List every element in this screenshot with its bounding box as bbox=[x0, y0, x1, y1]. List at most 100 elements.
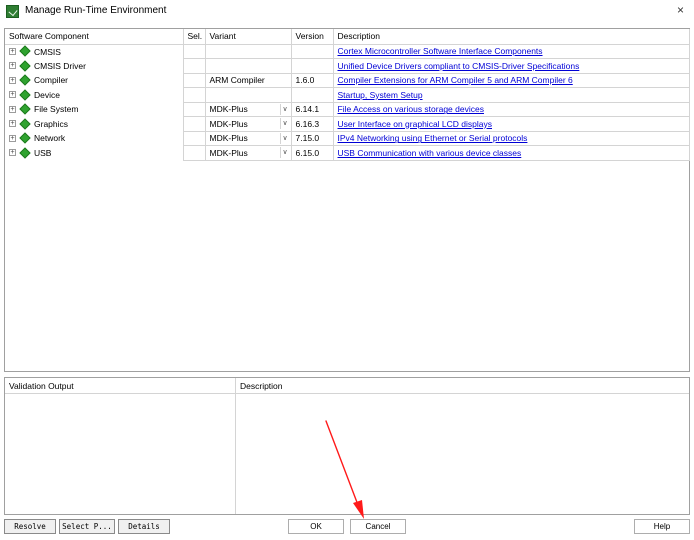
expand-icon[interactable]: + bbox=[9, 149, 16, 156]
sel-cell[interactable] bbox=[183, 73, 206, 88]
description-link[interactable]: USB Communication with various device cl… bbox=[338, 148, 522, 158]
expand-icon[interactable]: + bbox=[9, 47, 16, 55]
variant-cell bbox=[205, 87, 292, 103]
sel-cell[interactable] bbox=[183, 145, 206, 161]
description-link[interactable]: Compiler Extensions for ARM Compiler 5 a… bbox=[338, 75, 573, 85]
component-cell[interactable]: + Device bbox=[5, 87, 184, 102]
version-cell bbox=[291, 87, 334, 103]
description-link[interactable]: File Access on various storage devices bbox=[338, 104, 484, 114]
component-cell[interactable]: + CMSIS bbox=[5, 44, 184, 59]
close-button[interactable]: × bbox=[677, 3, 684, 17]
variant-cell[interactable]: MDK-Plus ∨ bbox=[205, 116, 292, 132]
window-title: Manage Run-Time Environment bbox=[25, 5, 167, 16]
component-cell[interactable]: + Compiler bbox=[5, 73, 184, 88]
component-name: Device bbox=[34, 89, 60, 100]
description-link[interactable]: Startup, System Setup bbox=[338, 90, 423, 100]
software-component-panel: Software Component Sel. Variant Version … bbox=[4, 28, 690, 372]
component-diamond-icon bbox=[19, 103, 31, 115]
version-cell: 7.15.0 bbox=[291, 131, 334, 146]
version-cell: 6.16.3 bbox=[291, 116, 334, 132]
header-software-component: Software Component bbox=[5, 29, 184, 45]
expand-icon[interactable]: + bbox=[9, 91, 16, 98]
expand-icon[interactable]: + bbox=[9, 76, 16, 84]
component-name: File System bbox=[34, 104, 79, 115]
sel-cell[interactable] bbox=[183, 58, 206, 74]
validation-header: Validation Output Description bbox=[5, 378, 689, 394]
variant-cell: ARM Compiler bbox=[205, 73, 292, 88]
table-row[interactable]: + File System MDK-Plus ∨ 6.14.1 File Access o… bbox=[5, 102, 690, 117]
component-cell[interactable]: + CMSIS Driver bbox=[5, 58, 184, 73]
variant-value: MDK-Plus bbox=[209, 147, 248, 158]
component-name: Graphics bbox=[34, 118, 69, 129]
table-header-row: Software Component Sel. Variant Version … bbox=[5, 29, 690, 45]
description-link[interactable]: Unified Device Drivers compliant to CMSI… bbox=[338, 61, 580, 71]
description-cell: USB Communication with various device cl… bbox=[333, 145, 690, 161]
header-version: Version bbox=[291, 29, 334, 45]
cancel-button[interactable]: Cancel bbox=[350, 519, 406, 534]
component-cell[interactable]: + File System bbox=[5, 102, 184, 117]
table-row[interactable]: + USB MDK-Plus ∨ 6.15.0 USB Communication wit… bbox=[5, 145, 690, 161]
component-name: CMSIS bbox=[34, 46, 61, 57]
component-name: Network bbox=[34, 133, 66, 144]
variant-cell bbox=[205, 58, 292, 74]
description-cell: Compiler Extensions for ARM Compiler 5 a… bbox=[333, 73, 690, 88]
sel-cell[interactable] bbox=[183, 87, 206, 103]
component-diamond-icon bbox=[19, 146, 31, 159]
resolve-button[interactable]: Resolve bbox=[4, 519, 56, 534]
table-row[interactable]: + CMSIS Cortex Microcontroller Software In… bbox=[5, 44, 690, 59]
component-cell[interactable]: + Graphics bbox=[5, 116, 184, 131]
table-row[interactable]: + Graphics MDK-Plus ∨ 6.16.3 User Interface o… bbox=[5, 116, 690, 132]
chevron-down-icon[interactable]: ∨ bbox=[279, 118, 290, 129]
variant-value: MDK-Plus bbox=[209, 104, 248, 115]
validation-divider bbox=[235, 378, 236, 514]
description-link[interactable]: IPv4 Networking using Ethernet or Serial… bbox=[338, 133, 528, 143]
expand-icon[interactable]: + bbox=[9, 120, 16, 127]
table-row[interactable]: + Compiler ARM Compiler 1.6.0 Compiler Exten… bbox=[5, 73, 690, 88]
sel-cell[interactable] bbox=[183, 131, 206, 146]
component-name: Compiler bbox=[34, 75, 69, 86]
variant-value: ARM Compiler bbox=[209, 75, 265, 86]
component-diamond-icon bbox=[19, 59, 31, 72]
sel-cell[interactable] bbox=[183, 102, 206, 117]
description-cell: Cortex Microcontroller Software Interfac… bbox=[333, 44, 690, 59]
description-cell: Startup, System Setup bbox=[333, 87, 690, 103]
chevron-down-icon[interactable]: ∨ bbox=[279, 132, 290, 144]
component-diamond-icon bbox=[19, 88, 31, 101]
expand-icon[interactable]: + bbox=[9, 134, 16, 142]
component-table: Software Component Sel. Variant Version … bbox=[5, 29, 690, 161]
version-cell bbox=[291, 58, 334, 74]
table-row[interactable]: + Device Startup, System Setup bbox=[5, 87, 690, 103]
component-name: CMSIS Driver bbox=[34, 60, 86, 71]
description-link[interactable]: User Interface on graphical LCD displays bbox=[338, 119, 493, 129]
description-cell: File Access on various storage devices bbox=[333, 102, 690, 117]
chevron-down-icon[interactable]: ∨ bbox=[279, 103, 290, 115]
help-button[interactable]: Help bbox=[634, 519, 690, 534]
details-button[interactable]: Details bbox=[118, 519, 170, 534]
sel-cell[interactable] bbox=[183, 116, 206, 132]
expand-icon[interactable]: + bbox=[9, 105, 16, 113]
header-variant: Variant bbox=[205, 29, 292, 45]
app-icon bbox=[6, 5, 19, 18]
sel-cell[interactable] bbox=[183, 44, 206, 59]
ok-button[interactable]: OK bbox=[288, 519, 344, 534]
chevron-down-icon[interactable]: ∨ bbox=[279, 147, 290, 158]
component-cell[interactable]: + USB bbox=[5, 145, 184, 160]
variant-cell[interactable]: MDK-Plus ∨ bbox=[205, 131, 292, 146]
description-link[interactable]: Cortex Microcontroller Software Interfac… bbox=[338, 46, 543, 56]
validation-output-header: Validation Output bbox=[9, 381, 74, 391]
validation-panel: Validation Output Description bbox=[4, 377, 690, 515]
version-cell bbox=[291, 44, 334, 59]
version-cell: 6.15.0 bbox=[291, 145, 334, 161]
variant-cell[interactable]: MDK-Plus ∨ bbox=[205, 102, 292, 117]
header-sel: Sel. bbox=[183, 29, 206, 45]
component-diamond-icon bbox=[19, 117, 31, 130]
variant-value: MDK-Plus bbox=[209, 133, 248, 144]
component-diamond-icon bbox=[19, 132, 31, 144]
table-row[interactable]: + CMSIS Driver Unified Device Drivers comp… bbox=[5, 58, 690, 74]
select-packs-button[interactable]: Select P... bbox=[59, 519, 115, 534]
description-cell: User Interface on graphical LCD displays bbox=[333, 116, 690, 132]
table-row[interactable]: + Network MDK-Plus ∨ 7.15.0 IPv4 Networking u… bbox=[5, 131, 690, 146]
variant-cell[interactable]: MDK-Plus ∨ bbox=[205, 145, 292, 161]
component-cell[interactable]: + Network bbox=[5, 131, 184, 146]
expand-icon[interactable]: + bbox=[9, 62, 16, 69]
